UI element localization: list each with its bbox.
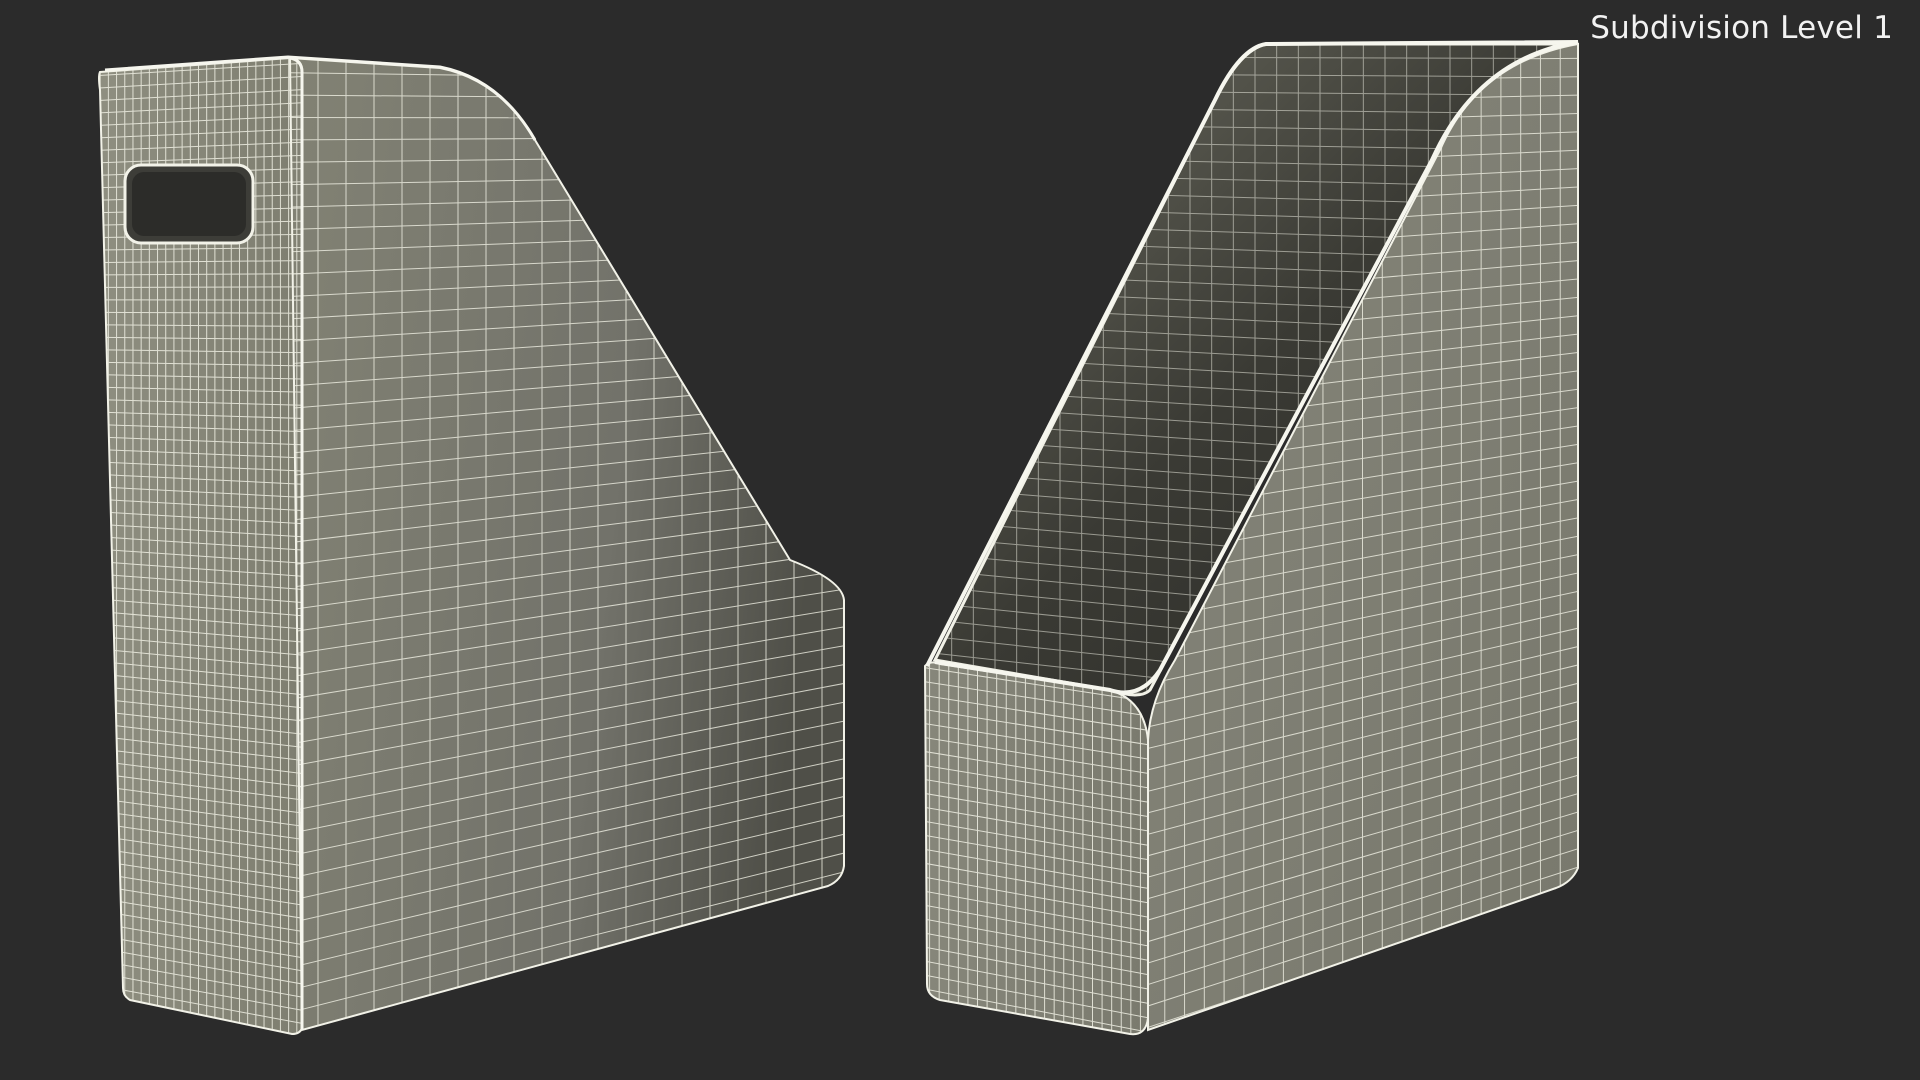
viewport[interactable]: Subdivision Level 1: [0, 0, 1920, 1080]
magazine-file-right[interactable]: [900, 0, 1600, 1080]
magazine-file-left[interactable]: [72, 0, 870, 1080]
wireframe-scene: [72, 0, 1600, 1080]
